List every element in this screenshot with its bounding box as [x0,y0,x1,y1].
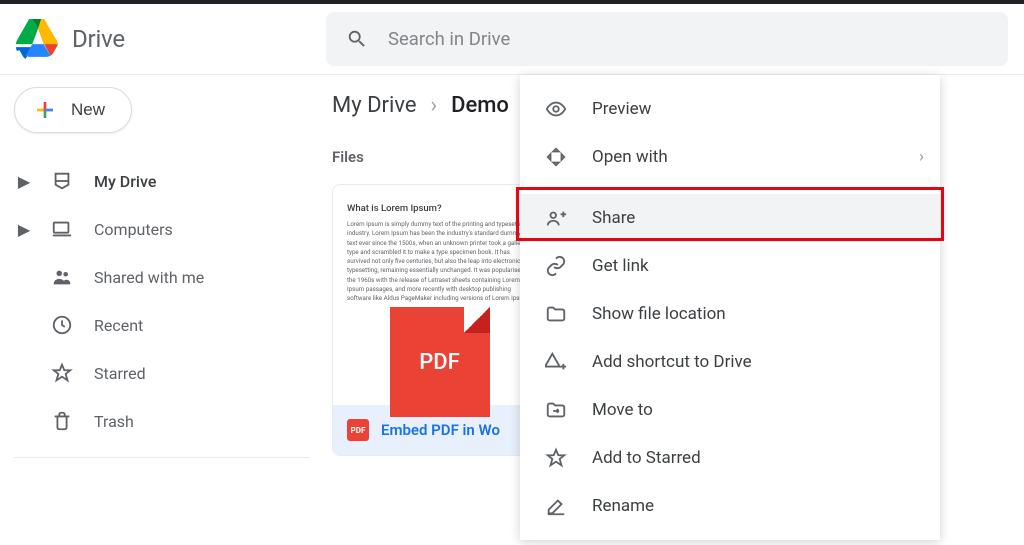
shared-icon [50,266,74,288]
sidebar-divider [14,457,310,458]
context-menu: Preview Open with › Share Get li [520,75,940,540]
sidebar-item-label: Recent [94,316,143,335]
drive-logo-icon [16,19,60,59]
menu-item-preview[interactable]: Preview [520,85,940,133]
new-button[interactable]: New [14,87,132,133]
folder-icon [544,303,568,325]
sidebar-item-label: Computers [94,220,173,239]
plus-icon [33,98,57,122]
menu-item-label: Open with [592,147,668,167]
content-area: My Drive › Demo Files What is Lorem Ipsu… [310,75,1024,545]
pdf-badge-icon: PDF [347,419,369,441]
add-shortcut-icon [544,351,568,373]
trash-icon [50,410,74,432]
menu-item-show-location[interactable]: Show file location [520,290,940,338]
menu-item-get-link[interactable]: Get link [520,242,940,290]
menu-item-label: Rename [592,496,654,516]
sidebar-item-label: My Drive [94,172,156,191]
search-icon [346,28,368,50]
main-area: New ▶ My Drive ▶ Computers Shared with m… [0,75,1024,545]
new-button-label: New [71,100,105,120]
product-name: Drive [72,25,125,53]
menu-item-add-starred[interactable]: Add to Starred [520,434,940,482]
search-bar[interactable]: Search in Drive [326,12,1008,66]
logo-area: Drive [16,19,326,59]
preview-icon [544,98,568,120]
share-icon [544,207,568,229]
menu-item-add-shortcut[interactable]: Add shortcut to Drive [520,338,940,386]
breadcrumb-root[interactable]: My Drive [332,93,417,118]
link-icon [544,255,568,277]
open-with-icon [544,146,568,168]
file-name: Embed PDF in Wo [381,421,500,439]
menu-item-open-with[interactable]: Open with › [520,133,940,181]
menu-item-label: Show file location [592,304,726,324]
search-placeholder: Search in Drive [388,28,510,50]
sidebar-item-label: Shared with me [94,268,204,287]
sidebar-item-computers[interactable]: ▶ Computers [14,205,310,253]
recent-icon [50,314,74,336]
chevron-right-icon: › [431,93,438,118]
sidebar-item-my-drive[interactable]: ▶ My Drive [14,157,310,205]
sidebar-item-shared[interactable]: Shared with me [14,253,310,301]
sidebar-item-label: Trash [94,412,134,431]
menu-item-label: Get link [592,256,649,276]
app-header: Drive Search in Drive [0,4,1024,74]
menu-item-label: Move to [592,400,653,420]
rename-icon [544,495,568,517]
menu-item-share[interactable]: Share [520,194,940,242]
chevron-right-icon: ▶ [18,172,30,191]
sidebar: New ▶ My Drive ▶ Computers Shared with m… [0,75,310,545]
file-thumbnail: What is Lorem Ipsum? Lorem Ipsum is simp… [333,185,546,405]
sidebar-item-recent[interactable]: Recent [14,301,310,349]
star-icon [544,447,568,469]
menu-item-label: Add shortcut to Drive [592,352,752,372]
menu-item-label: Preview [592,99,651,119]
pdf-graphic: PDF [390,307,490,417]
star-icon [50,362,74,384]
move-to-icon [544,399,568,421]
thumb-doc-title: What is Lorem Ipsum? [347,203,532,214]
computers-icon [50,218,74,240]
my-drive-icon [50,170,74,192]
thumb-doc-text: Lorem Ipsum is simply dummy text of the … [347,220,532,304]
menu-item-label: Add to Starred [592,448,701,468]
file-card[interactable]: What is Lorem Ipsum? Lorem Ipsum is simp… [332,184,547,456]
breadcrumb-current[interactable]: Demo [451,93,509,118]
chevron-right-icon: ▶ [18,220,30,239]
sidebar-item-trash[interactable]: Trash [14,397,310,445]
menu-item-rename[interactable]: Rename [520,482,940,530]
sidebar-item-starred[interactable]: Starred [14,349,310,397]
pdf-graphic-label: PDF [419,350,460,375]
menu-divider [520,187,940,188]
menu-item-move-to[interactable]: Move to [520,386,940,434]
menu-item-label: Share [592,208,635,228]
submenu-chevron-icon: › [919,147,924,167]
sidebar-item-label: Starred [94,364,146,383]
pdf-fold-corner [464,307,490,333]
